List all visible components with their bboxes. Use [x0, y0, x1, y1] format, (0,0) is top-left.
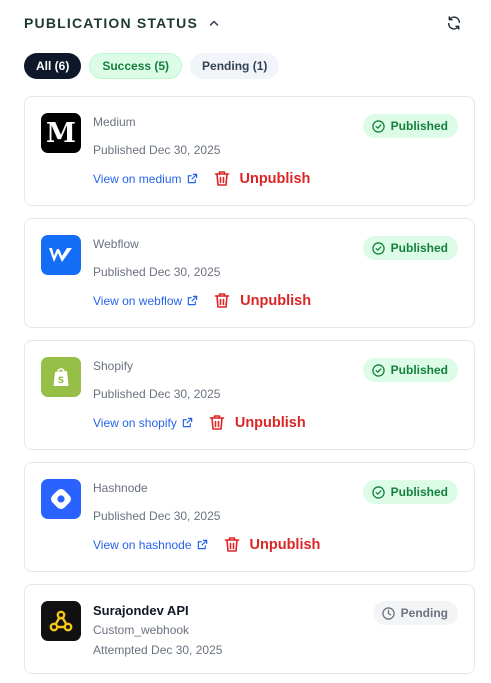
external-link-icon — [182, 417, 193, 428]
view-link-label: View on webflow — [93, 293, 183, 308]
hashnode-logo — [41, 479, 81, 519]
trash-icon — [224, 537, 239, 552]
medium-logo: M — [41, 113, 81, 153]
publication-card-medium: M Medium Published Dec 30, 2025 View on … — [24, 96, 475, 206]
check-circle-icon — [371, 363, 385, 377]
unpublish-label: Unpublish — [249, 536, 321, 553]
status-label: Pending — [400, 606, 448, 620]
view-on-medium-link[interactable]: View on medium — [93, 172, 198, 186]
unpublish-button[interactable]: Unpublish — [214, 292, 311, 309]
external-link-icon — [187, 295, 198, 306]
publication-card-shopify: S Shopify Published Dec 30, 2025 View on… — [24, 340, 475, 450]
svg-text:S: S — [58, 376, 64, 386]
status-badge: Pending — [372, 601, 458, 625]
webhook-logo — [41, 601, 81, 641]
integration-name: Surajondev API — [93, 603, 189, 618]
check-circle-icon — [371, 485, 385, 499]
trash-icon — [209, 415, 225, 430]
trash-icon — [214, 293, 230, 308]
trash-icon — [214, 171, 229, 186]
status-badge: Published — [362, 358, 458, 382]
webflow-logo — [41, 235, 81, 275]
chevron-up-icon[interactable] — [208, 17, 220, 29]
publication-card-hashnode: Hashnode Published Dec 30, 2025 View on … — [24, 462, 475, 572]
unpublish-label: Unpublish — [234, 414, 306, 431]
publication-card-webhook: Surajondev API Custom_webhook Attempted … — [24, 584, 475, 674]
status-label: Published — [390, 119, 448, 133]
platform-name: Webflow — [93, 237, 139, 251]
unpublish-label: Unpublish — [240, 292, 312, 309]
platform-name: Shopify — [93, 359, 134, 373]
unpublish-button[interactable]: Unpublish — [214, 170, 311, 187]
filter-all[interactable]: All (6) — [24, 53, 82, 79]
view-on-hashnode-link[interactable]: View on hashnode — [93, 538, 208, 552]
filter-tabs: All (6) Success (5) Pending (1) — [24, 53, 280, 79]
published-date: Published Dec 30, 2025 — [93, 509, 221, 523]
status-label: Published — [390, 485, 448, 499]
status-label: Published — [390, 363, 448, 377]
published-date: Published Dec 30, 2025 — [93, 265, 221, 279]
published-date: Published Dec 30, 2025 — [93, 143, 221, 157]
check-circle-icon — [371, 119, 385, 133]
check-circle-icon — [371, 241, 385, 255]
unpublish-button[interactable]: Unpublish — [209, 414, 306, 431]
status-badge: Published — [362, 480, 458, 504]
external-link-icon — [197, 539, 207, 550]
unpublish-label: Unpublish — [239, 170, 311, 187]
view-link-label: View on shopify — [93, 415, 177, 430]
section-title: PUBLICATION STATUS — [24, 15, 199, 31]
external-link-icon — [187, 173, 197, 184]
view-link-label: View on hashnode — [93, 537, 192, 552]
platform-name: Hashnode — [93, 481, 148, 495]
publication-card-webflow: Webflow Published Dec 30, 2025 View on w… — [24, 218, 475, 328]
status-label: Published — [390, 241, 448, 255]
refresh-icon[interactable] — [443, 12, 465, 34]
filter-success[interactable]: Success (5) — [89, 53, 183, 79]
filter-pending[interactable]: Pending (1) — [190, 53, 280, 79]
shopify-logo: S — [41, 357, 81, 397]
published-date: Published Dec 30, 2025 — [93, 387, 221, 401]
integration-type: Custom_webhook — [93, 623, 190, 637]
attempted-date: Attempted Dec 30, 2025 — [93, 643, 223, 657]
view-on-webflow-link[interactable]: View on webflow — [93, 294, 198, 308]
clock-icon — [381, 606, 395, 620]
status-badge: Published — [362, 236, 458, 260]
section-header: PUBLICATION STATUS — [24, 12, 471, 34]
platform-name: Medium — [93, 115, 136, 129]
unpublish-button[interactable]: Unpublish — [224, 536, 321, 553]
view-on-shopify-link[interactable]: View on shopify — [93, 416, 193, 430]
view-link-label: View on medium — [93, 171, 182, 186]
status-badge: Published — [362, 114, 458, 138]
